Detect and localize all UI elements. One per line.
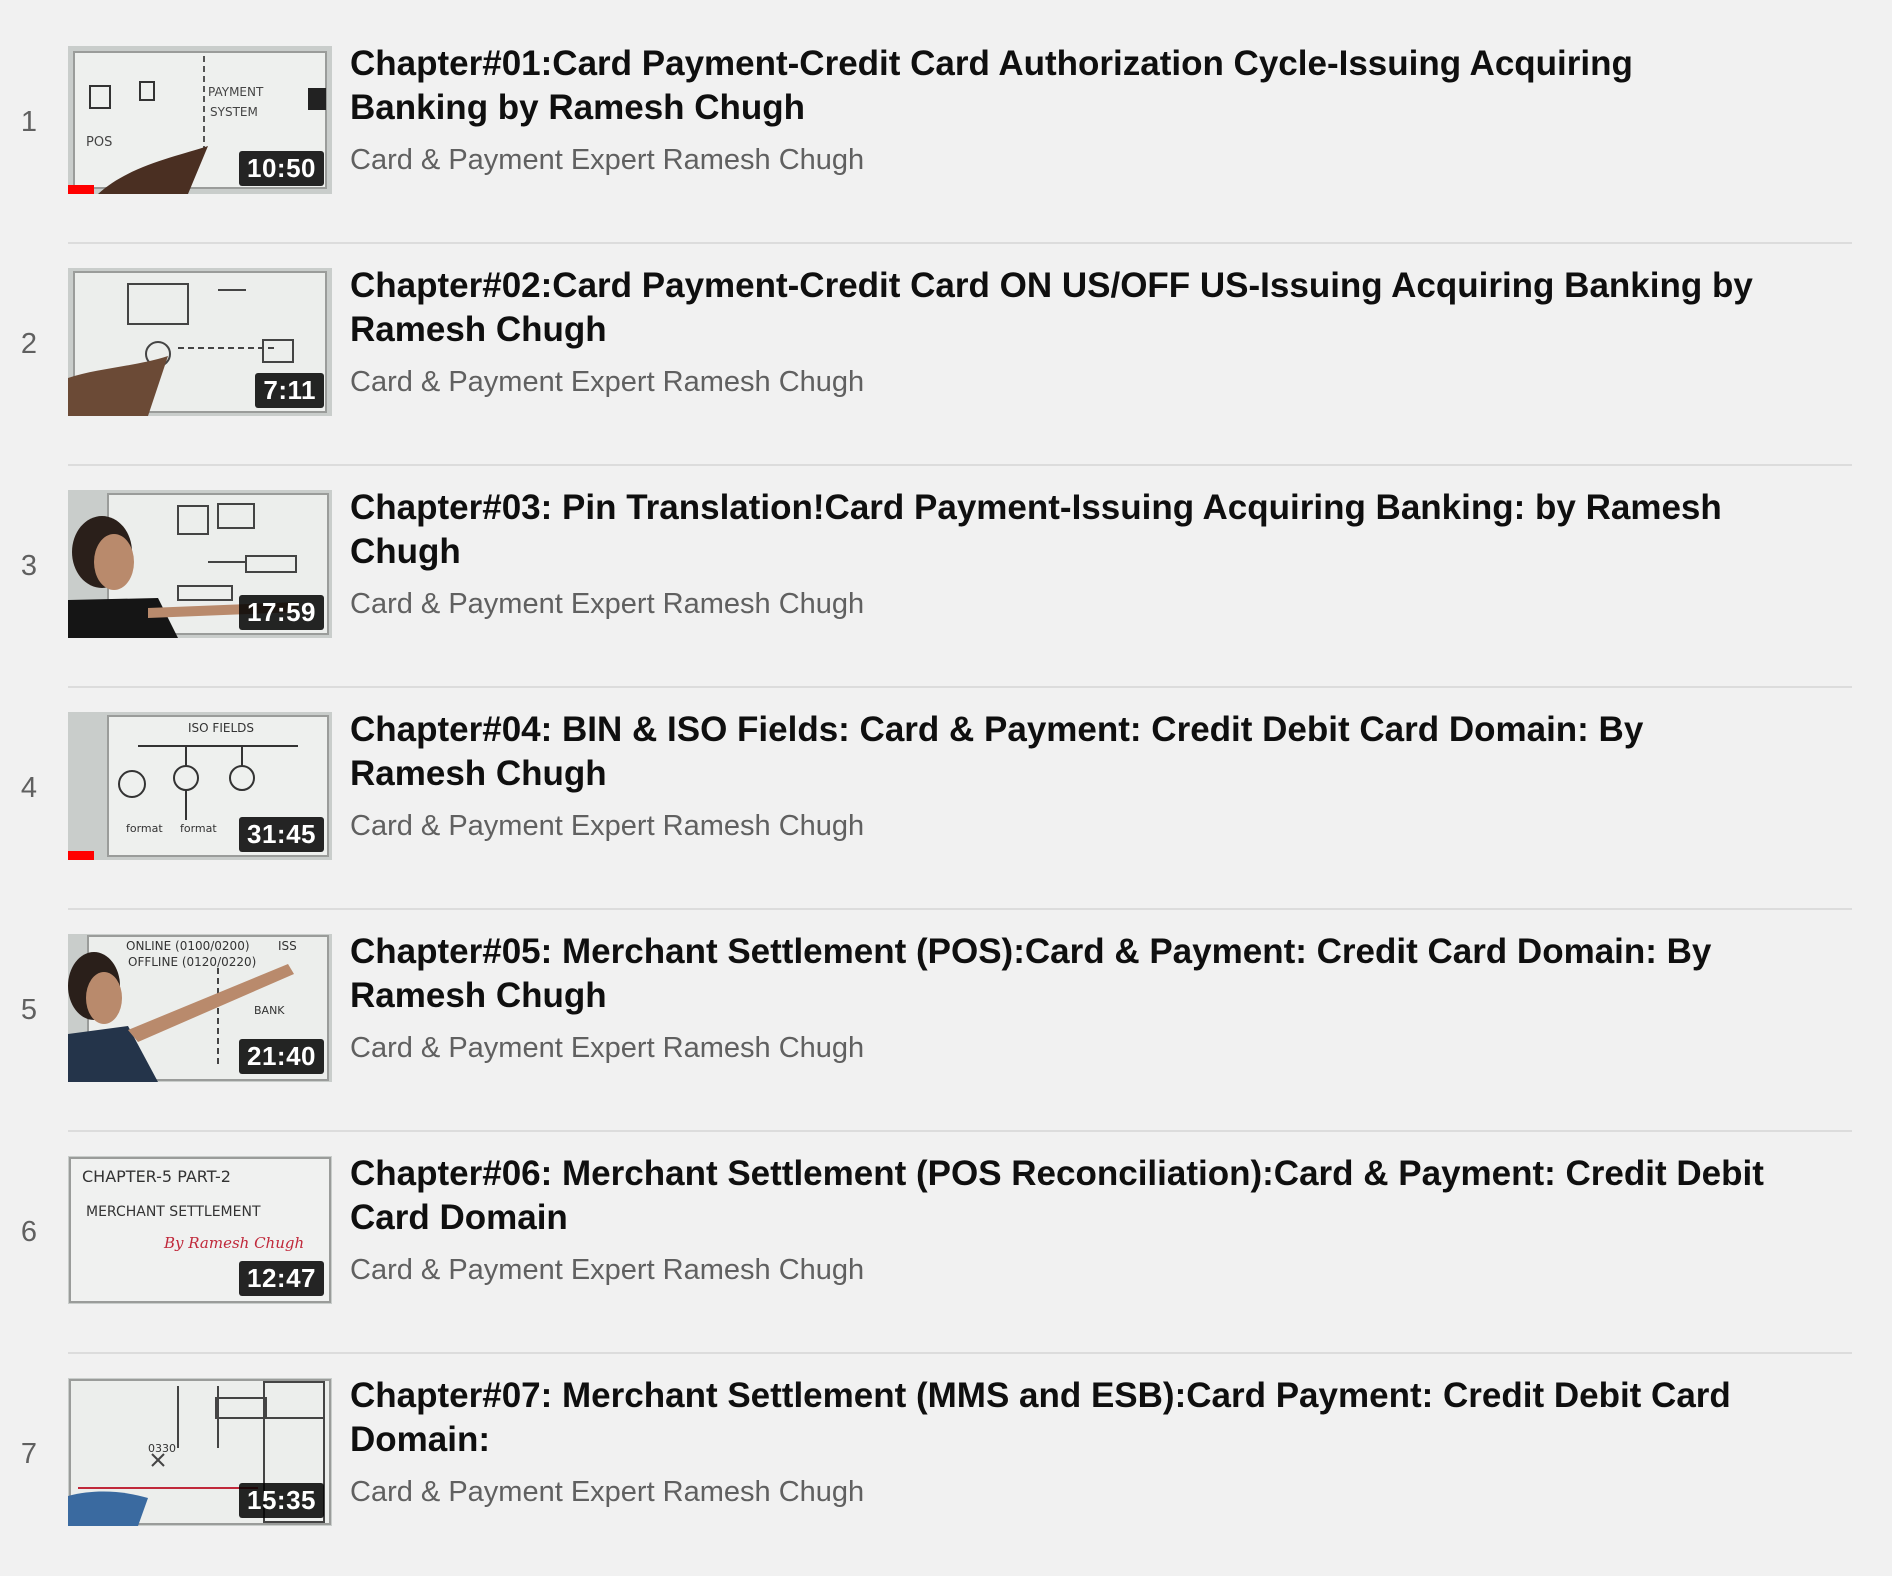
svg-text:PAYMENT: PAYMENT [208,85,264,99]
channel-name[interactable]: Card & Payment Expert Ramesh Chugh [350,1476,1770,1509]
video-thumbnail[interactable]: ISO FIELDS format format 31:45 [68,712,332,860]
video-title[interactable]: Chapter#02:Card Payment-Credit Card ON U… [350,264,1770,352]
playlist-item-index: 1 [20,105,38,138]
svg-text:MERCHANT SETTLEMENT: MERCHANT SETTLEMENT [86,1204,261,1220]
video-duration-badge: 7:11 [255,373,324,408]
svg-text:OFFLINE (0120/0220): OFFLINE (0120/0220) [128,955,256,969]
video-title[interactable]: Chapter#06: Merchant Settlement (POS Rec… [350,1152,1770,1240]
video-title[interactable]: Chapter#04: BIN & ISO Fields: Card & Pay… [350,708,1770,796]
video-thumbnail[interactable]: CHAPTER-5 PART-2 MERCHANT SETTLEMENT By … [68,1156,332,1304]
svg-text:ISS: ISS [278,939,297,953]
svg-text:POS: POS [86,135,112,150]
playlist-item[interactable]: 3 17:59 Chapter#03: Pin Translation!Card… [0,466,1892,688]
svg-text:format: format [180,822,217,835]
playlist-item-index: 7 [20,1437,38,1470]
video-duration-badge: 31:45 [239,817,324,852]
video-thumbnail[interactable]: PAYMENT SYSTEM POS 10:50 [68,46,332,194]
video-title[interactable]: Chapter#05: Merchant Settlement (POS):Ca… [350,930,1770,1018]
playlist-item[interactable]: 1 PAYMENT SYSTEM POS 10:50 Chapter#01:Ca… [0,22,1892,244]
video-thumbnail[interactable]: ONLINE (0100/0200) OFFLINE (0120/0220) I… [68,934,332,1082]
svg-text:SYSTEM: SYSTEM [210,105,258,119]
playlist-item-index: 6 [20,1215,38,1248]
channel-name[interactable]: Card & Payment Expert Ramesh Chugh [350,366,1770,399]
video-duration-badge: 17:59 [239,595,324,630]
video-title[interactable]: Chapter#03: Pin Translation!Card Payment… [350,486,1770,574]
svg-text:By Ramesh Chugh: By Ramesh Chugh [163,1234,304,1252]
video-meta: Chapter#06: Merchant Settlement (POS Rec… [350,1152,1770,1287]
channel-name[interactable]: Card & Payment Expert Ramesh Chugh [350,1032,1770,1065]
video-meta: Chapter#03: Pin Translation!Card Payment… [350,486,1770,621]
video-duration-badge: 10:50 [239,151,324,186]
video-thumbnail[interactable]: 17:59 [68,490,332,638]
video-meta: Chapter#05: Merchant Settlement (POS):Ca… [350,930,1770,1065]
video-duration-badge: 12:47 [239,1261,324,1296]
video-duration-badge: 21:40 [239,1039,324,1074]
svg-text:ONLINE (0100/0200): ONLINE (0100/0200) [126,939,250,953]
video-thumbnail[interactable]: 0330 15:35 [68,1378,332,1526]
svg-text:format: format [126,822,163,835]
video-meta: Chapter#01:Card Payment-Credit Card Auth… [350,42,1770,177]
watched-progress-bar [68,185,95,194]
video-meta: Chapter#07: Merchant Settlement (MMS and… [350,1374,1770,1509]
playlist-item[interactable]: 2 7:11 Chapter#02:Card Payment-Credit Ca… [0,244,1892,466]
channel-name[interactable]: Card & Payment Expert Ramesh Chugh [350,1254,1770,1287]
playlist-item-index: 5 [20,993,38,1026]
video-meta: Chapter#04: BIN & ISO Fields: Card & Pay… [350,708,1770,843]
playlist-item[interactable]: 4 ISO FIELDS format format 31:45 Chapter… [0,688,1892,910]
playlist-item[interactable]: 5 ONLINE (0100/0200) OFFLINE (0120/0220)… [0,910,1892,1132]
channel-name[interactable]: Card & Payment Expert Ramesh Chugh [350,810,1770,843]
channel-name[interactable]: Card & Payment Expert Ramesh Chugh [350,144,1770,177]
video-duration-badge: 15:35 [239,1483,324,1518]
svg-text:CHAPTER-5 PART-2: CHAPTER-5 PART-2 [82,1167,231,1186]
playlist-item[interactable]: 7 0330 15:35 Chapter#07: Merchant Settle… [0,1354,1892,1576]
watched-progress-bar [68,851,95,860]
video-thumbnail[interactable]: 7:11 [68,268,332,416]
playlist-item-index: 2 [20,327,38,360]
video-meta: Chapter#02:Card Payment-Credit Card ON U… [350,264,1770,399]
svg-text:0330: 0330 [148,1442,176,1455]
playlist-item[interactable]: 6 CHAPTER-5 PART-2 MERCHANT SETTLEMENT B… [0,1132,1892,1354]
video-title[interactable]: Chapter#07: Merchant Settlement (MMS and… [350,1374,1770,1462]
playlist-item-index: 4 [20,771,38,804]
playlist-video-list: 1 PAYMENT SYSTEM POS 10:50 Chapter#01:Ca… [0,22,1892,1576]
playlist-item-index: 3 [20,549,38,582]
channel-name[interactable]: Card & Payment Expert Ramesh Chugh [350,588,1770,621]
svg-text:ISO FIELDS: ISO FIELDS [188,721,254,735]
svg-text:BANK: BANK [254,1004,285,1017]
video-title[interactable]: Chapter#01:Card Payment-Credit Card Auth… [350,42,1770,130]
